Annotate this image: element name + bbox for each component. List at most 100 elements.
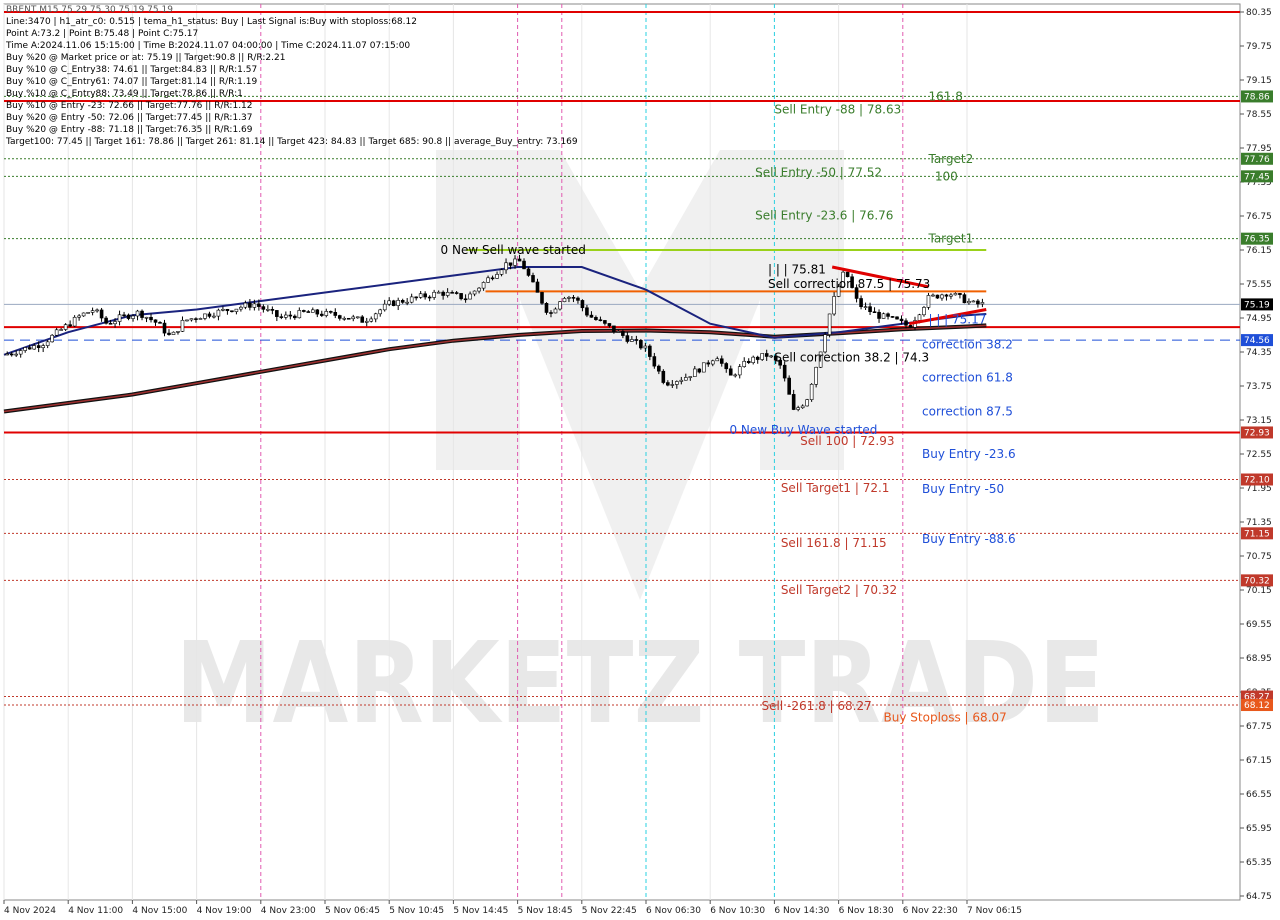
chart-annotation: | | | 75.17 xyxy=(928,313,986,327)
candle-body xyxy=(724,363,729,370)
candle-body xyxy=(99,309,104,319)
candle-body xyxy=(441,291,445,296)
candle-body xyxy=(122,314,126,317)
y-tick-label: 67.75 xyxy=(1246,722,1272,732)
candle-body xyxy=(908,324,913,328)
candle-body xyxy=(45,341,50,346)
candle-body xyxy=(688,376,693,378)
candle-body xyxy=(967,301,971,304)
candle-body xyxy=(135,310,140,317)
candle-body xyxy=(306,311,311,313)
candle-body xyxy=(544,302,549,313)
chart-annotation: 100 xyxy=(935,169,958,183)
candle-body xyxy=(791,394,796,410)
candle-body xyxy=(697,368,702,373)
candle-body xyxy=(872,311,877,314)
candle-body xyxy=(41,345,45,348)
candle-body xyxy=(710,360,715,365)
candle-body xyxy=(32,345,36,350)
chart-annotation: Sell Target2 | 70.32 xyxy=(781,583,897,597)
candle-body xyxy=(293,315,297,319)
candle-body xyxy=(531,275,535,283)
candle-body xyxy=(225,308,230,312)
candle-body xyxy=(553,308,558,314)
x-tick-label: 4 Nov 19:00 xyxy=(197,906,252,916)
candle-body xyxy=(463,298,468,301)
info-line: Point A:73.2 | Point B:75.48 | Point C:7… xyxy=(6,29,199,39)
candle-body xyxy=(158,322,162,324)
candle-body xyxy=(387,300,392,305)
candle-body xyxy=(630,339,634,342)
candle-body xyxy=(234,308,239,312)
candle-body xyxy=(522,260,526,270)
candle-body xyxy=(648,345,652,357)
y-tick-label: 66.55 xyxy=(1246,790,1272,800)
candle-body xyxy=(333,311,338,316)
candle-body xyxy=(257,303,261,307)
candle-body xyxy=(949,294,953,297)
candle-body xyxy=(140,310,144,318)
candle-body xyxy=(931,294,935,297)
chart-annotation: correction 61.8 xyxy=(922,371,1013,385)
watermark-text: MARKETZ TRADE xyxy=(175,619,1105,749)
candle-body xyxy=(657,365,661,372)
candle-body xyxy=(499,269,504,275)
candle-body xyxy=(108,322,113,325)
candle-body xyxy=(809,383,814,400)
chart-annotation: 0 New Sell wave started xyxy=(441,243,586,257)
candle-body xyxy=(652,356,657,367)
candle-body xyxy=(692,368,697,377)
candle-body xyxy=(881,313,886,319)
candle-body xyxy=(764,353,769,357)
candle-body xyxy=(180,319,185,332)
candle-body xyxy=(117,314,122,322)
candle-body xyxy=(131,315,135,319)
candle-body xyxy=(230,310,234,313)
y-tick-label: 65.95 xyxy=(1246,824,1272,834)
candle-body xyxy=(207,313,212,317)
y-tick-label: 68.95 xyxy=(1246,654,1272,664)
candle-body xyxy=(90,310,95,313)
candle-body xyxy=(391,300,396,306)
price-tag-label: 70.32 xyxy=(1244,576,1270,586)
candle-body xyxy=(409,296,414,303)
candle-body xyxy=(216,309,221,317)
candle-body xyxy=(863,306,868,308)
candle-body xyxy=(104,317,108,324)
candle-body xyxy=(562,298,567,303)
candle-body xyxy=(935,294,940,299)
candle-body xyxy=(355,316,360,319)
y-tick-label: 69.55 xyxy=(1246,620,1272,630)
candle-body xyxy=(72,316,77,327)
y-tick-label: 73.15 xyxy=(1246,416,1272,426)
candle-body xyxy=(679,379,684,382)
candle-body xyxy=(189,318,194,321)
candle-body xyxy=(706,362,711,365)
candle-body xyxy=(427,296,432,299)
y-tick-label: 78.55 xyxy=(1246,110,1272,120)
candle-body xyxy=(481,282,486,289)
candle-body xyxy=(643,345,648,349)
candle-body xyxy=(346,317,351,320)
y-tick-label: 67.15 xyxy=(1246,756,1272,766)
candle-body xyxy=(540,292,544,304)
candle-body xyxy=(666,382,670,386)
candle-body xyxy=(805,399,809,407)
candle-body xyxy=(319,313,324,316)
candle-body xyxy=(598,319,603,322)
candle-body xyxy=(926,295,931,308)
candle-body xyxy=(337,315,342,319)
candle-body xyxy=(68,324,72,327)
candle-body xyxy=(418,293,423,298)
y-tick-label: 72.55 xyxy=(1246,450,1272,460)
candle-body xyxy=(364,320,369,323)
candle-body xyxy=(454,292,459,294)
candle-body xyxy=(886,313,890,317)
info-line: Buy %20 @ Entry -88: 71.18 || Target:76.… xyxy=(6,125,253,135)
x-tick-label: 5 Nov 22:45 xyxy=(582,906,637,916)
candle-body xyxy=(351,316,356,320)
candle-body xyxy=(50,334,54,343)
candle-body xyxy=(328,311,333,313)
candle-body xyxy=(859,298,863,308)
candle-body xyxy=(787,377,791,395)
